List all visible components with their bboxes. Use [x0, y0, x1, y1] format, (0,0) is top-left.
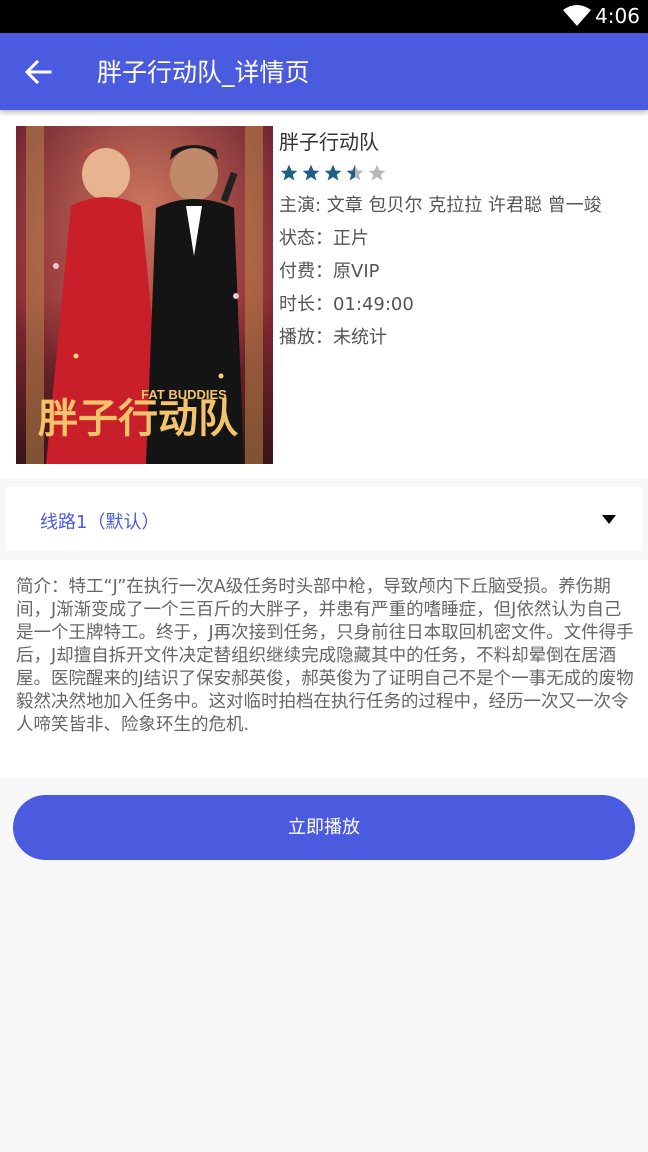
fee-text: 付费：原VIP	[279, 261, 380, 282]
wifi-icon	[563, 5, 591, 26]
app-bar: 胖子行动队_详情页	[0, 33, 648, 110]
plays-text: 播放：未统计	[279, 327, 387, 348]
poster-title-art: 胖子行动队	[38, 396, 239, 442]
star-empty-icon	[368, 164, 386, 181]
duration-text: 时长：01:49:00	[279, 294, 414, 315]
star-full-icon	[324, 164, 342, 181]
line-selector-label: 线路1（默认）	[40, 512, 160, 533]
rating-stars	[279, 162, 602, 184]
movie-info-card: FAT BUDDIES 胖子行动队 胖子行动队 主演: 文章 包贝尔 克拉拉 许…	[0, 116, 648, 478]
page-title: 胖子行动队_详情页	[97, 58, 310, 87]
arrow-left-icon[interactable]	[22, 57, 54, 87]
status-bar: 4:06	[0, 0, 648, 33]
status-text: 状态：正片	[279, 228, 369, 249]
status-time: 4:06	[595, 4, 640, 28]
star-full-icon	[302, 164, 320, 181]
play-now-button[interactable]: 立即播放	[13, 795, 635, 860]
star-full-icon	[280, 164, 298, 181]
line-selector[interactable]: 线路1（默认）	[6, 487, 642, 551]
description-text: 简介：特工“J”在执行一次A级任务时头部中枪，导致颅内下丘脑受损。养伤期间，J渐…	[16, 577, 634, 735]
movie-meta: 胖子行动队 主演: 文章 包贝尔 克拉拉 许君聪 曾一竣 状态：正片 付费：原V…	[279, 128, 602, 349]
movie-poster: FAT BUDDIES 胖子行动队	[16, 126, 273, 464]
cast-text: 主演: 文章 包贝尔 克拉拉 许君聪 曾一竣	[279, 195, 602, 216]
movie-title: 胖子行动队	[279, 130, 379, 154]
triangle-down-icon	[602, 515, 616, 524]
description-card: 简介：特工“J”在执行一次A级任务时头部中枪，导致颅内下丘脑受损。养伤期间，J渐…	[0, 560, 648, 778]
star-half-icon	[346, 164, 364, 181]
